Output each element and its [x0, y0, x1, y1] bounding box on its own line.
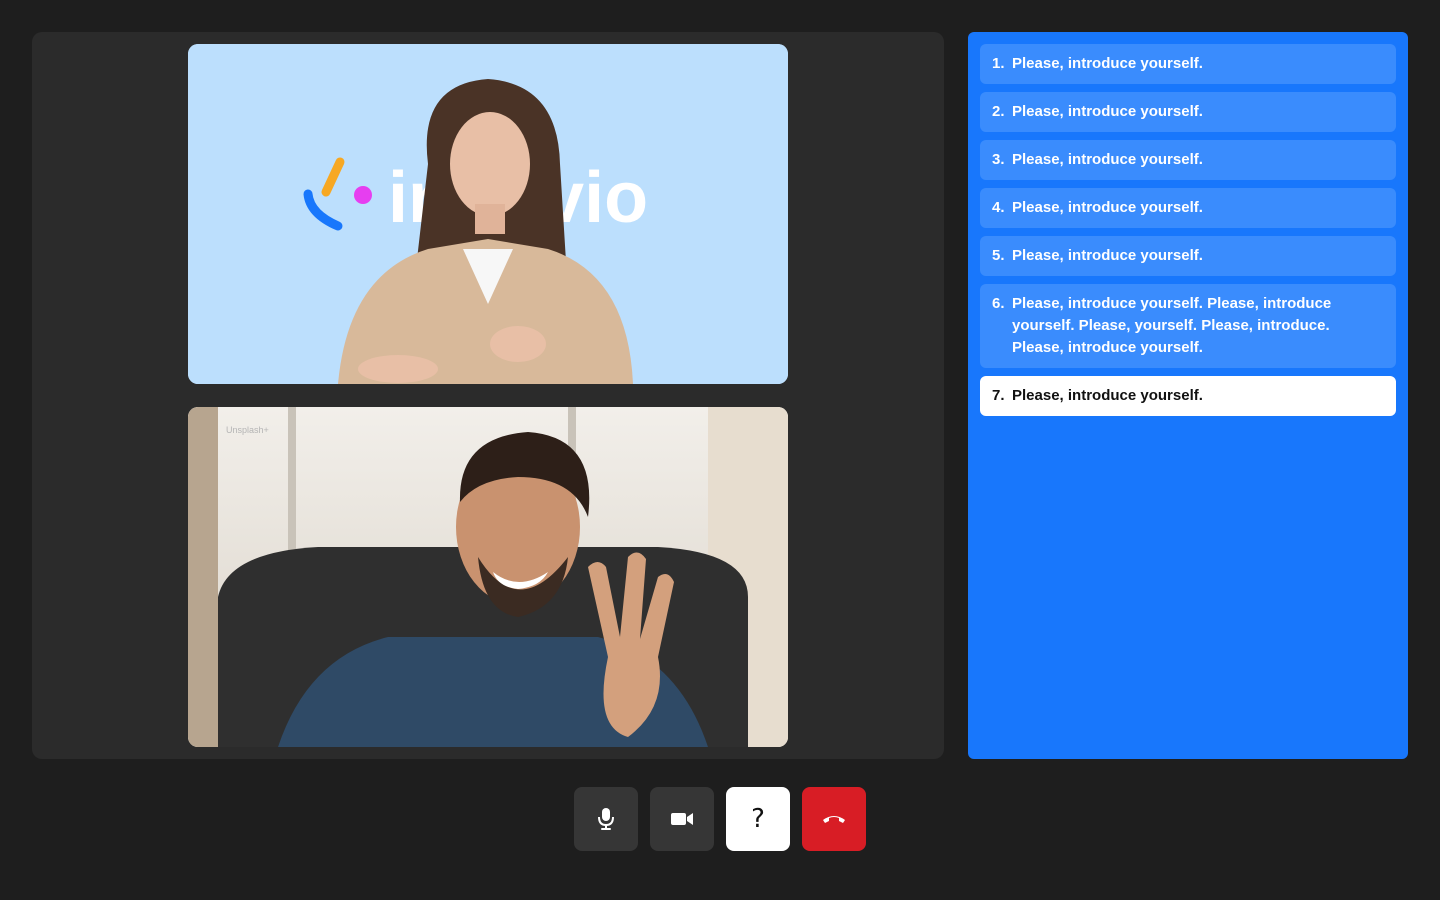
- question-text: Please, introduce yourself.: [1012, 199, 1203, 216]
- question-text: Please, introduce yourself.: [1012, 55, 1203, 72]
- participant-watermark: Unsplash+: [226, 425, 269, 435]
- question-item[interactable]: 6. Please, introduce yourself. Please, i…: [980, 284, 1396, 368]
- end-call-button[interactable]: [802, 787, 866, 851]
- question-item[interactable]: 4. Please, introduce yourself.: [980, 188, 1396, 228]
- question-text: Please, introduce yourself.: [1012, 247, 1203, 264]
- question-number: 6.: [992, 295, 1005, 312]
- question-item[interactable]: 3. Please, introduce yourself.: [980, 140, 1396, 180]
- video-panel: intervio Unsplash+: [32, 32, 944, 759]
- mute-button[interactable]: [574, 787, 638, 851]
- help-button[interactable]: ?: [726, 787, 790, 851]
- questions-panel: 1. Please, introduce yourself. 2. Please…: [968, 32, 1408, 759]
- microphone-icon: [598, 808, 614, 830]
- question-text: Please, introduce yourself. Please, intr…: [1012, 295, 1332, 356]
- participant-video-feed: Unsplash+: [188, 407, 788, 747]
- question-number: 3.: [992, 151, 1005, 168]
- question-text: Please, introduce yourself.: [1012, 151, 1203, 168]
- camera-button[interactable]: [650, 787, 714, 851]
- question-number: 7.: [992, 387, 1005, 404]
- question-text: Please, introduce yourself.: [1012, 387, 1203, 404]
- phone-hangup-icon: [823, 816, 845, 823]
- question-item[interactable]: 5. Please, introduce yourself.: [980, 236, 1396, 276]
- interviewer-video-tile: intervio: [188, 44, 788, 384]
- call-controls: ?: [574, 787, 866, 851]
- interviewer-video-feed: intervio: [188, 44, 788, 384]
- question-number: 4.: [992, 199, 1005, 216]
- question-text: Please, introduce yourself.: [1012, 103, 1203, 120]
- question-number: 5.: [992, 247, 1005, 264]
- participant-video-tile: Unsplash+: [188, 407, 788, 747]
- question-item[interactable]: 2. Please, introduce yourself.: [980, 92, 1396, 132]
- question-number: 2.: [992, 103, 1005, 120]
- video-camera-icon: [671, 813, 693, 825]
- question-item-active[interactable]: 7. Please, introduce yourself.: [980, 376, 1396, 416]
- question-item[interactable]: 1. Please, introduce yourself.: [980, 44, 1396, 84]
- question-list: 1. Please, introduce yourself. 2. Please…: [980, 44, 1396, 424]
- question-mark-icon: ?: [751, 804, 765, 834]
- question-number: 1.: [992, 55, 1005, 72]
